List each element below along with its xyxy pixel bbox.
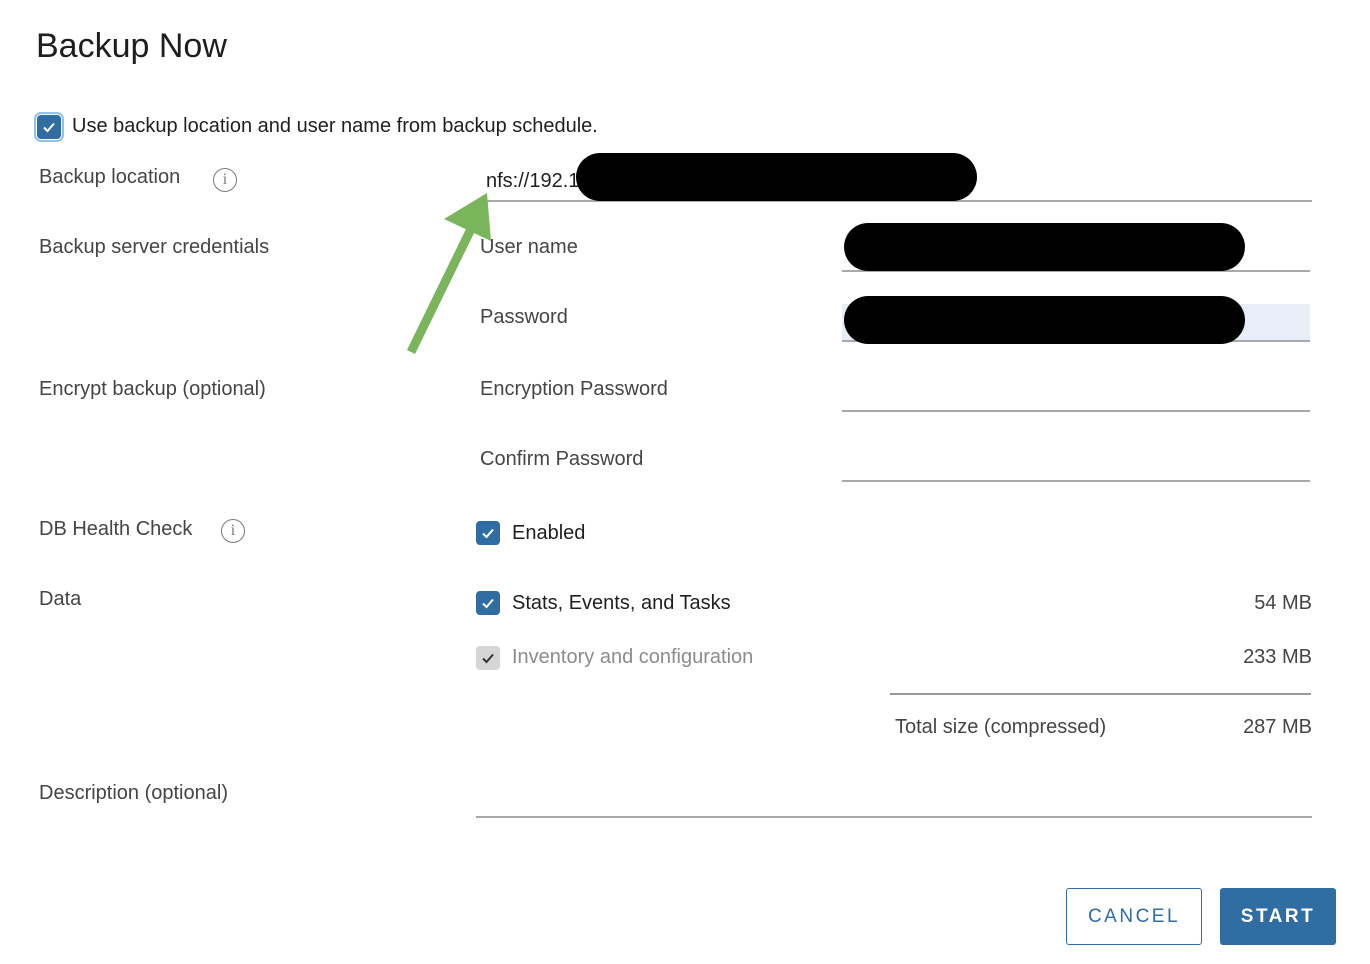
description-input[interactable] — [476, 816, 1312, 818]
backup-location-label: Backup location — [39, 166, 181, 188]
annotation-arrow-icon — [406, 193, 491, 354]
checkmark-icon — [482, 653, 494, 664]
db-health-checkbox[interactable] — [476, 521, 500, 545]
confirm-password-label: Confirm Password — [480, 448, 644, 470]
dialog-title: Backup Now — [36, 27, 227, 65]
redaction-location — [576, 153, 977, 201]
total-size-value: 287 MB — [1243, 716, 1312, 738]
stats-events-tasks-size: 54 MB — [1254, 592, 1312, 614]
encryption-password-label: Encryption Password — [480, 378, 668, 400]
redaction-username — [844, 223, 1245, 271]
inventory-config-checkbox — [476, 646, 500, 670]
checkmark-icon — [482, 528, 494, 539]
checkmark-icon — [482, 598, 494, 609]
credentials-label: Backup server credentials — [39, 236, 270, 258]
redaction-password — [844, 296, 1245, 344]
inventory-config-size: 233 MB — [1243, 646, 1312, 668]
encryption-password-input[interactable] — [842, 410, 1310, 412]
start-button[interactable]: START — [1220, 888, 1336, 945]
encrypt-label: Encrypt backup (optional) — [39, 378, 266, 400]
stats-events-tasks-checkbox[interactable] — [476, 591, 500, 615]
description-label: Description (optional) — [39, 782, 228, 804]
confirm-password-input[interactable] — [842, 480, 1310, 482]
inventory-config-label: Inventory and configuration — [512, 646, 754, 668]
use-schedule-checkbox[interactable] — [34, 112, 64, 142]
info-icon[interactable]: i — [213, 168, 237, 192]
total-size-label: Total size (compressed) — [895, 716, 1107, 738]
data-label: Data — [39, 588, 82, 610]
cancel-button[interactable]: CANCEL — [1066, 888, 1202, 945]
total-divider — [890, 693, 1311, 695]
checkmark-icon — [43, 122, 55, 133]
db-health-enabled-label: Enabled — [512, 522, 586, 544]
use-schedule-label: Use backup location and user name from b… — [72, 115, 598, 137]
db-health-label: DB Health Check — [39, 518, 193, 540]
stats-events-tasks-label: Stats, Events, and Tasks — [512, 592, 731, 614]
info-icon[interactable]: i — [221, 519, 245, 543]
